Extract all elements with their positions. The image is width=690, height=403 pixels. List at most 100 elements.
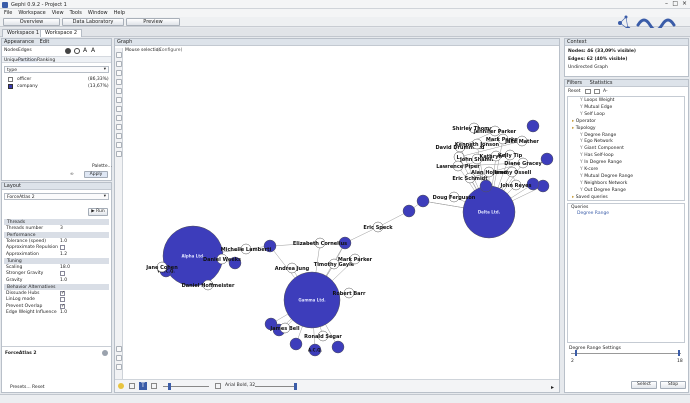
filter-tree-label: Topology (575, 125, 596, 131)
officer-node[interactable]: Eric Speck (363, 221, 393, 233)
filter-library-tree: Y Loops Weight Y Mutual Edge Y Self Loop ▸ … (567, 96, 685, 201)
font-label[interactable]: Arial Bold, 32 (225, 383, 255, 388)
company-hub-node[interactable]: Gamma Ltd. (283, 271, 341, 329)
filter-tree-label: Mutual Degree Range (584, 173, 634, 179)
degree-range-min-thumb[interactable] (575, 350, 577, 356)
query-degree-range[interactable]: Degree Range (577, 211, 609, 216)
edge-toggle-icon[interactable] (129, 383, 135, 389)
tab-statistics[interactable]: Statistics (590, 80, 613, 86)
filter-tree-label: In Degree Range (584, 160, 622, 166)
tab-filters[interactable]: Filters (567, 80, 582, 86)
filter-tree-label: Saved queries (575, 194, 608, 200)
font-size-slider[interactable] (255, 386, 297, 387)
filter-tree-label: Loops Weight (584, 98, 615, 103)
label-color-icon[interactable] (151, 383, 157, 389)
officer-node[interactable]: Doug Ferguson (433, 191, 476, 203)
company-hub-node[interactable]: Delta Ltd. (462, 185, 516, 239)
officer-node[interactable]: Kelly Tip (498, 149, 523, 161)
officer-label: Andrea Jung (275, 266, 310, 272)
filter-tree-item[interactable]: Y Ego Network (580, 139, 613, 144)
company-label: A.C.Q. (308, 348, 323, 353)
select-button[interactable]: Select (631, 381, 657, 389)
filter-tree-label: K-core (584, 167, 599, 172)
officer-node[interactable]: Andrea Jung (275, 262, 310, 274)
filter-tree-item[interactable]: Y Self Loop (580, 112, 605, 117)
officer-label: Jake Mather (504, 139, 539, 145)
filter-tree-label: Neighbors Network (584, 180, 628, 186)
gephi-window: Gephi 0.9.2 - Project 1 – □ × File Works… (0, 0, 690, 403)
company-node-circle[interactable] (289, 337, 303, 351)
officer-label: John Reyes (499, 183, 531, 189)
filter-tree-item[interactable]: ▸ Operator (572, 119, 596, 124)
officer-label: Jeremy Ossell (492, 170, 532, 176)
filters-panel-header: Filters Statistics (565, 80, 688, 87)
light-bulb-icon[interactable] (118, 383, 124, 389)
filter-tree-item[interactable]: ▸ Topology (572, 126, 596, 131)
filter-tree-item[interactable]: Y In Degree Range (580, 160, 622, 165)
queries-root[interactable]: Queries (571, 205, 588, 210)
officer-label: Jane Cohen (145, 265, 178, 271)
filter-tree-label: Operator (575, 118, 596, 124)
officer-label: Michelle Lamberti (221, 247, 272, 253)
filter-text-icon[interactable]: A- (603, 89, 608, 94)
company-node[interactable] (289, 337, 303, 351)
officer-node[interactable]: John Reyes (499, 179, 532, 191)
officer-node[interactable]: Elizabeth Cornelius (293, 237, 347, 249)
company-node[interactable] (526, 119, 540, 133)
filter-tree-label: Degree Range (584, 132, 617, 138)
font-size-slider-thumb[interactable] (294, 383, 297, 390)
expand-toolbar-icon[interactable]: ▸ (551, 384, 554, 391)
filter-tree-item[interactable]: Y Mutual Edge (580, 105, 612, 110)
company-node[interactable] (402, 204, 416, 218)
officer-node[interactable]: Ronald Segar (304, 330, 342, 342)
company-node-circle[interactable] (331, 340, 345, 354)
hub-label: Delta Ltd. (478, 210, 501, 215)
officer-label: Eric Schmidt (452, 176, 488, 182)
text-toggle-icon[interactable]: T (139, 382, 147, 390)
filter-tree-item[interactable]: Y Out Degree Range (580, 188, 626, 193)
hub-label: Alpha Ltd. (181, 254, 205, 259)
officer-label: Elizabeth Cornelius (293, 241, 347, 247)
hub-label: Gamma Ltd. (298, 298, 326, 303)
filter-tree-label: Mutual Edge (584, 104, 613, 110)
company-node-circle[interactable] (540, 152, 554, 166)
officer-label: Eric Speck (363, 225, 393, 231)
officer-label: Jennifer Parker (473, 129, 517, 135)
node-size-slider-thumb[interactable] (168, 383, 171, 390)
company-node-circle[interactable] (526, 119, 540, 133)
range-min-value[interactable]: 2 (571, 359, 574, 364)
context-panel: Context Nodes: 46 (33,09% visible) Edges… (564, 38, 689, 77)
filter-tree-item[interactable]: Y Mutual Degree Range (580, 174, 633, 179)
company-node[interactable] (331, 340, 345, 354)
officer-label: Doug Ferguson (433, 195, 476, 201)
filter-tree-item[interactable]: Y K-core (580, 167, 598, 172)
filter-tree-label: Has Self-loop (584, 153, 614, 159)
officer-label: Diane Gracey (504, 161, 542, 167)
filter-tree-item[interactable]: Y Degree Range (580, 133, 616, 138)
company-node[interactable] (416, 194, 430, 208)
company-node[interactable]: A.C.Q. (308, 343, 323, 357)
officer-node[interactable]: Mark Parker (338, 253, 373, 265)
filter-view-icon[interactable] (585, 89, 591, 94)
edges-count: Edges: 62 (40% visible) (568, 57, 628, 62)
filter-tree-item[interactable]: Y Has Self-loop (580, 153, 614, 158)
nodes-count: Nodes: 46 (33,09% visible) (568, 49, 636, 54)
filter-tree-item[interactable]: ▸ Saved queries (572, 195, 608, 200)
font-icon[interactable] (215, 383, 221, 389)
filter-tree-item[interactable]: Y Giant Component (580, 146, 624, 151)
filter-tree-item[interactable]: Y Neighbors Network (580, 181, 627, 186)
filter-export-icon[interactable] (594, 89, 600, 94)
filters-reset-button[interactable]: Reset (568, 89, 581, 94)
officer-node[interactable]: Jeremy Ossell (492, 166, 532, 178)
company-node-circle[interactable] (416, 194, 430, 208)
company-node-circle[interactable] (402, 204, 416, 218)
degree-range-slider-track (571, 353, 681, 354)
officer-label: Daniel Weeks (203, 257, 241, 263)
stop-button[interactable]: Stop (660, 381, 686, 389)
context-panel-title: Context (565, 39, 688, 46)
graph-type: Undirected Graph (568, 65, 608, 70)
company-node[interactable] (540, 152, 554, 166)
filter-tree-item[interactable]: Y Loops Weight (580, 98, 614, 103)
degree-range-max-thumb[interactable] (678, 350, 680, 356)
range-max-value[interactable]: 18 (677, 359, 683, 364)
